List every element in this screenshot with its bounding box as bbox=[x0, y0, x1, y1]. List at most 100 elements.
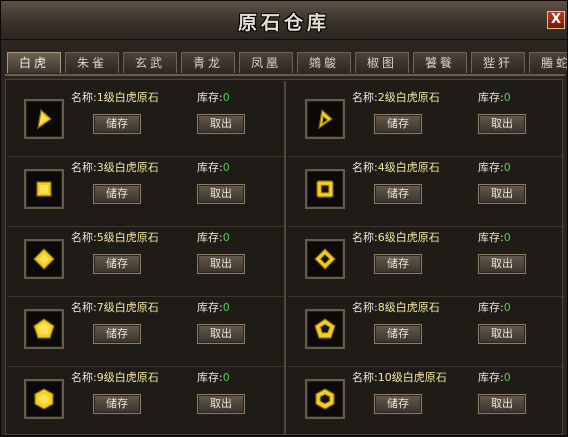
name-prefix: 名称: bbox=[71, 91, 97, 104]
name-prefix: 名称: bbox=[352, 301, 378, 314]
tab-zhuque[interactable]: 朱雀 bbox=[65, 52, 119, 73]
stock-prefix: 库存: bbox=[478, 231, 504, 244]
stock-count: 0 bbox=[222, 91, 230, 104]
stock-prefix: 库存: bbox=[197, 371, 223, 384]
pentagon-gem-icon bbox=[314, 318, 336, 339]
tab-underline bbox=[5, 74, 565, 76]
tab-tengshe[interactable]: 螣蛇 bbox=[529, 52, 567, 73]
pentagon-gem-icon bbox=[33, 318, 55, 339]
item-slot-frame[interactable] bbox=[24, 169, 64, 209]
stone-slot: 名称:8级白虎原石 库存:0 储存 取出 bbox=[288, 297, 565, 367]
name-prefix: 名称: bbox=[352, 231, 378, 244]
stone-warehouse-window: 原石仓库 X 白虎 朱雀 玄武 青龙 凤凰 鵕鵔 椒图 饕餮 狴犴 螣蛇 名称:… bbox=[0, 0, 568, 436]
window-title: 原石仓库 bbox=[237, 12, 330, 34]
store-button[interactable]: 储存 bbox=[93, 254, 141, 274]
square-gem-icon bbox=[316, 180, 334, 198]
stone-slot: 名称:1级白虎原石 库存:0 储存 取出 bbox=[7, 87, 284, 157]
name-prefix: 名称: bbox=[352, 91, 378, 104]
stock-count: 0 bbox=[222, 301, 230, 314]
column-divider bbox=[284, 81, 286, 435]
stock-count: 0 bbox=[503, 161, 511, 174]
item-slot-frame[interactable] bbox=[24, 99, 64, 139]
stone-name: 7级白虎原石 bbox=[96, 301, 159, 314]
item-slot-frame[interactable] bbox=[24, 239, 64, 279]
stock-count: 0 bbox=[222, 371, 230, 384]
tab-qinglong[interactable]: 青龙 bbox=[181, 52, 235, 73]
take-button[interactable]: 取出 bbox=[478, 324, 526, 344]
stock-prefix: 库存: bbox=[478, 91, 504, 104]
take-button[interactable]: 取出 bbox=[197, 324, 245, 344]
store-button[interactable]: 储存 bbox=[374, 114, 422, 134]
store-button[interactable]: 储存 bbox=[93, 114, 141, 134]
stone-name: 10级白虎原石 bbox=[377, 371, 447, 384]
stock-count: 0 bbox=[503, 301, 511, 314]
name-prefix: 名称: bbox=[71, 161, 97, 174]
store-button[interactable]: 储存 bbox=[93, 394, 141, 414]
name-prefix: 名称: bbox=[71, 231, 97, 244]
take-button[interactable]: 取出 bbox=[197, 114, 245, 134]
take-button[interactable]: 取出 bbox=[197, 254, 245, 274]
item-slot-frame[interactable] bbox=[305, 99, 345, 139]
stock-prefix: 库存: bbox=[478, 371, 504, 384]
take-button[interactable]: 取出 bbox=[197, 184, 245, 204]
stone-slot: 名称:5级白虎原石 库存:0 储存 取出 bbox=[7, 227, 284, 297]
stone-slot: 名称:9级白虎原石 库存:0 储存 取出 bbox=[7, 367, 284, 437]
square-gem-icon bbox=[36, 181, 52, 197]
stock-prefix: 库存: bbox=[197, 231, 223, 244]
store-button[interactable]: 储存 bbox=[93, 184, 141, 204]
tab-baihu[interactable]: 白虎 bbox=[7, 52, 61, 73]
tab-fenghuang[interactable]: 凤凰 bbox=[239, 52, 293, 73]
tab-jiaotu[interactable]: 椒图 bbox=[355, 52, 409, 73]
name-prefix: 名称: bbox=[71, 301, 97, 314]
stock-count: 0 bbox=[503, 91, 511, 104]
take-button[interactable]: 取出 bbox=[478, 254, 526, 274]
tab-junyi[interactable]: 鵕鵔 bbox=[297, 52, 351, 73]
stone-name: 2级白虎原石 bbox=[377, 91, 440, 104]
triangle-gem-icon bbox=[318, 108, 333, 130]
stock-count: 0 bbox=[503, 371, 511, 384]
stone-slot: 名称:10级白虎原石 库存:0 储存 取出 bbox=[288, 367, 565, 437]
take-button[interactable]: 取出 bbox=[478, 184, 526, 204]
close-button[interactable]: X bbox=[547, 11, 565, 29]
name-prefix: 名称: bbox=[352, 161, 378, 174]
store-button[interactable]: 储存 bbox=[93, 324, 141, 344]
stone-slot: 名称:2级白虎原石 库存:0 储存 取出 bbox=[288, 87, 565, 157]
tab-xuanwu[interactable]: 玄武 bbox=[123, 52, 177, 73]
diamond-gem-icon bbox=[33, 248, 55, 270]
take-button[interactable]: 取出 bbox=[478, 394, 526, 414]
item-slot-frame[interactable] bbox=[305, 309, 345, 349]
store-button[interactable]: 储存 bbox=[374, 184, 422, 204]
store-button[interactable]: 储存 bbox=[374, 394, 422, 414]
stone-name: 9级白虎原石 bbox=[96, 371, 159, 384]
stone-slot: 名称:6级白虎原石 库存:0 储存 取出 bbox=[288, 227, 565, 297]
item-slot-frame[interactable] bbox=[24, 379, 64, 419]
take-button[interactable]: 取出 bbox=[478, 114, 526, 134]
diamond-gem-icon bbox=[314, 248, 336, 270]
title-bar[interactable]: 原石仓库 X bbox=[1, 1, 567, 40]
name-prefix: 名称: bbox=[352, 371, 378, 384]
stone-name: 4级白虎原石 bbox=[377, 161, 440, 174]
stock-count: 0 bbox=[503, 231, 511, 244]
stock-prefix: 库存: bbox=[478, 301, 504, 314]
store-button[interactable]: 储存 bbox=[374, 324, 422, 344]
take-button[interactable]: 取出 bbox=[197, 394, 245, 414]
stock-prefix: 库存: bbox=[197, 91, 223, 104]
item-slot-frame[interactable] bbox=[305, 169, 345, 209]
stone-name: 1级白虎原石 bbox=[96, 91, 159, 104]
tab-bar: 白虎 朱雀 玄武 青龙 凤凰 鵕鵔 椒图 饕餮 狴犴 螣蛇 bbox=[7, 52, 567, 74]
stone-slot: 名称:4级白虎原石 库存:0 储存 取出 bbox=[288, 157, 565, 227]
stock-prefix: 库存: bbox=[478, 161, 504, 174]
item-slot-frame[interactable] bbox=[305, 379, 345, 419]
stone-slot: 名称:7级白虎原石 库存:0 储存 取出 bbox=[7, 297, 284, 367]
hexagon-gem-icon bbox=[34, 388, 54, 410]
item-slot-frame[interactable] bbox=[24, 309, 64, 349]
hexagon-gem-icon bbox=[315, 388, 335, 410]
tab-taotie[interactable]: 饕餮 bbox=[413, 52, 467, 73]
store-button[interactable]: 储存 bbox=[374, 254, 422, 274]
stone-name: 5级白虎原石 bbox=[96, 231, 159, 244]
tab-bian[interactable]: 狴犴 bbox=[471, 52, 525, 73]
triangle-gem-icon bbox=[37, 108, 52, 130]
item-slot-frame[interactable] bbox=[305, 239, 345, 279]
stock-count: 0 bbox=[222, 161, 230, 174]
stone-name: 8级白虎原石 bbox=[377, 301, 440, 314]
